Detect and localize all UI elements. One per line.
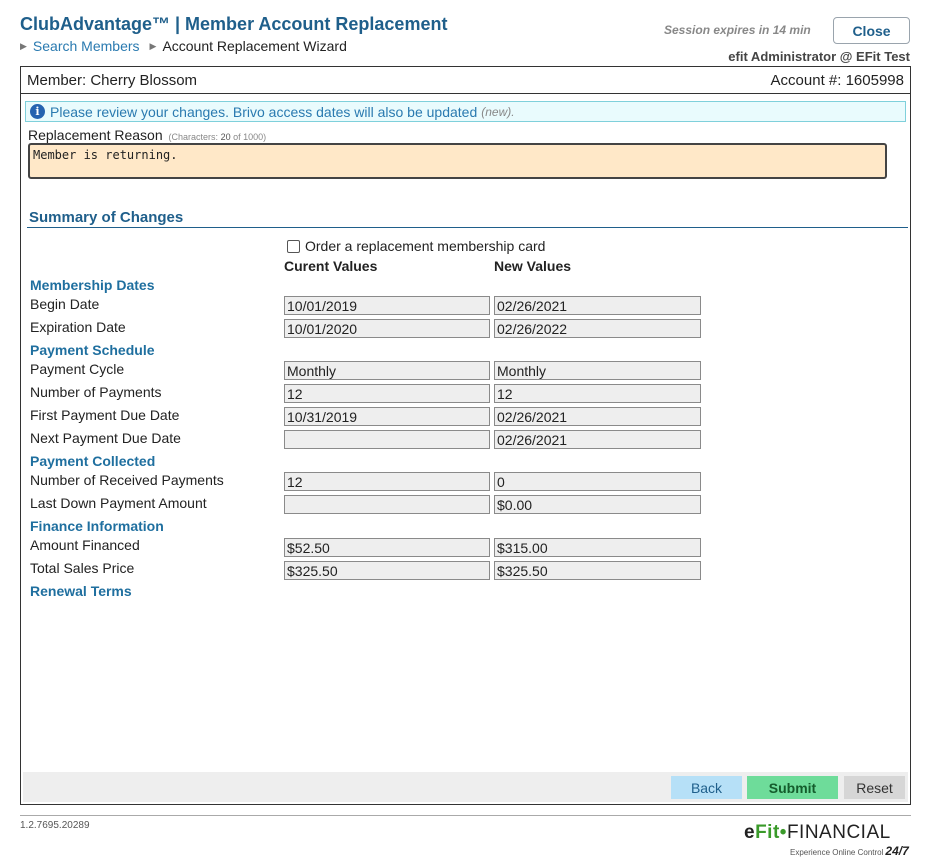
row-label-last-down-payment: Last Down Payment Amount [30, 495, 207, 511]
order-card-option[interactable]: Order a replacement membership card [287, 238, 545, 254]
breadcrumb-arrow-icon: ▶ [20, 40, 27, 51]
group-title-renewal-terms: Renewal Terms [30, 583, 132, 599]
current-received-payments: 12 [284, 472, 490, 491]
new-received-payments: 0 [494, 472, 701, 491]
row-label-expiration-date: Expiration Date [30, 319, 126, 335]
version-label: 1.2.7695.20289 [20, 820, 90, 831]
submit-button[interactable]: Submit [747, 776, 838, 799]
reason-label: Replacement Reason (Characters: 20 of 10… [28, 127, 266, 143]
new-number-of-payments: 12 [494, 384, 701, 403]
current-values-header: Curent Values [284, 258, 378, 274]
new-amount-financed: $315.00 [494, 538, 701, 557]
logo-tagline: Experience Online Control 24/7 [790, 844, 909, 858]
current-begin-date: 10/01/2019 [284, 296, 490, 315]
breadcrumb: ▶ Search Members ▶ Account Replacement W… [20, 38, 347, 54]
member-bar: Member: Cherry Blossom Account #: 160599… [21, 67, 910, 94]
user-info: efit Administrator @ EFit Test [728, 49, 910, 64]
chars-prefix: (Characters: [168, 132, 219, 142]
row-label-received-payments: Number of Received Payments [30, 472, 224, 488]
logo-247: 24/7 [885, 844, 909, 858]
breadcrumb-current: Account Replacement Wizard [162, 38, 347, 54]
new-first-payment-due: 02/26/2021 [494, 407, 701, 426]
logo-dot: • [779, 822, 787, 843]
row-label-next-payment-due: Next Payment Due Date [30, 430, 181, 446]
replacement-reason-input[interactable]: Member is returning. [28, 143, 887, 179]
reset-button[interactable]: Reset [844, 776, 905, 799]
group-title-membership-dates: Membership Dates [30, 277, 155, 293]
breadcrumb-search-members-link[interactable]: Search Members [33, 38, 140, 54]
summary-divider [27, 227, 908, 228]
member-name: Member: Cherry Blossom [27, 72, 198, 89]
logo-e: e [744, 822, 756, 843]
current-amount-financed: $52.50 [284, 538, 490, 557]
row-label-amount-financed: Amount Financed [30, 537, 140, 553]
new-expiration-date: 02/26/2022 [494, 319, 701, 338]
current-expiration-date: 10/01/2020 [284, 319, 490, 338]
row-label-total-sales-price: Total Sales Price [30, 560, 135, 576]
breadcrumb-arrow-icon: ▶ [149, 40, 157, 51]
group-title-payment-schedule: Payment Schedule [30, 342, 155, 358]
row-label-first-payment-due: First Payment Due Date [30, 407, 180, 423]
new-begin-date: 02/26/2021 [494, 296, 701, 315]
current-last-down-payment [284, 495, 490, 514]
info-message: Please review your changes. Brivo access… [50, 103, 478, 120]
row-label-number-of-payments: Number of Payments [30, 384, 162, 400]
current-first-payment-due: 10/31/2019 [284, 407, 490, 426]
logo-wordmark: eFit•FINANCIAL [744, 822, 914, 844]
session-timer: Session expires in 14 min [664, 23, 811, 37]
row-label-payment-cycle: Payment Cycle [30, 361, 125, 377]
new-values-header: New Values [494, 258, 572, 274]
order-card-checkbox[interactable] [287, 239, 300, 253]
chars-count: 20 [220, 132, 231, 142]
logo-tagline-text: Experience Online Control [790, 848, 884, 857]
new-payment-cycle: Monthly [494, 361, 701, 380]
footer-divider [20, 815, 911, 816]
order-card-label: Order a replacement membership card [305, 238, 546, 254]
close-button[interactable]: Close [833, 17, 910, 44]
group-title-finance-information: Finance Information [30, 518, 164, 534]
app-title: ClubAdvantage™ | Member Account Replacem… [20, 14, 448, 34]
current-payment-cycle: Monthly [284, 361, 490, 380]
efit-financial-logo: eFit•FINANCIAL Experience Online Control… [744, 822, 914, 858]
current-total-sales-price: $325.50 [284, 561, 490, 580]
account-number: Account #: 1605998 [770, 72, 904, 89]
new-total-sales-price: $325.50 [494, 561, 701, 580]
summary-title: Summary of Changes [29, 209, 184, 226]
info-icon: i [30, 104, 45, 119]
info-banner: i Please review your changes. Brivo acce… [25, 101, 906, 122]
new-next-payment-due: 02/26/2021 [494, 430, 701, 449]
logo-fit: Fit [755, 822, 780, 843]
current-next-payment-due [284, 430, 490, 449]
current-number-of-payments: 12 [284, 384, 490, 403]
row-label-begin-date: Begin Date [30, 296, 100, 312]
logo-financial: FINANCIAL [786, 822, 891, 843]
reason-label-text: Replacement Reason [28, 127, 163, 143]
action-bar: Back Submit Reset [23, 772, 908, 802]
character-count: (Characters: 20 of 1000) [169, 132, 267, 142]
info-note: (new). [481, 104, 515, 119]
back-button[interactable]: Back [671, 776, 742, 799]
chars-suffix: of 1000) [233, 132, 267, 142]
group-title-payment-collected: Payment Collected [30, 453, 156, 469]
main-panel: Member: Cherry Blossom Account #: 160599… [20, 66, 911, 805]
new-last-down-payment: $0.00 [494, 495, 701, 514]
